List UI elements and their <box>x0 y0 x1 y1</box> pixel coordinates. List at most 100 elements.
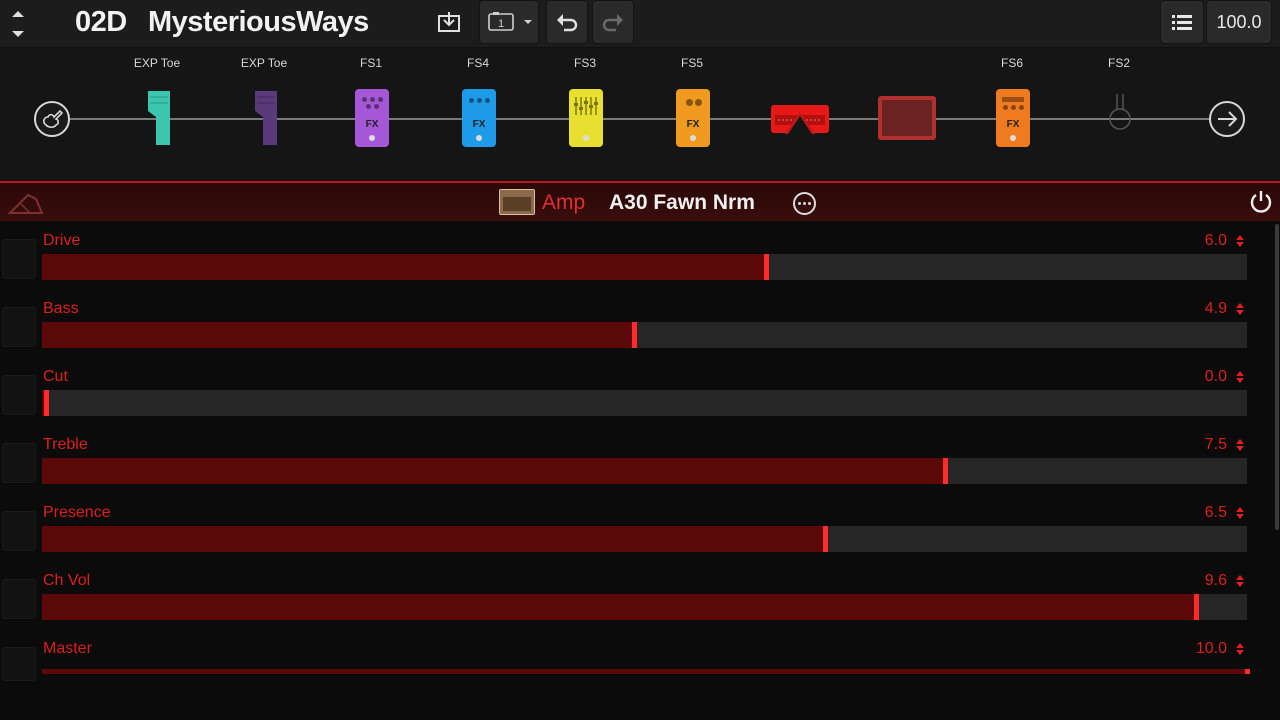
more-options-icon[interactable] <box>793 192 816 215</box>
slider-fill <box>42 254 767 280</box>
param-slider[interactable] <box>42 594 1247 620</box>
expression-pedal-icon <box>148 91 170 145</box>
stepper-arrows-icon[interactable] <box>1234 437 1246 453</box>
param-value[interactable]: 0.0 <box>1205 368 1227 386</box>
fx-label: FX <box>472 119 486 130</box>
param-value[interactable]: 6.0 <box>1205 232 1227 250</box>
stepper-arrows-icon[interactable] <box>1234 505 1246 521</box>
assign-label: FS4 <box>466 56 489 70</box>
model-category[interactable]: Amp <box>542 191 585 215</box>
stepper-arrows-icon[interactable] <box>1234 301 1246 317</box>
slider-fill <box>42 669 1247 674</box>
preset-number[interactable]: 02D <box>75 6 127 39</box>
param-value[interactable]: 10.0 <box>1196 640 1227 658</box>
param-value[interactable]: 4.9 <box>1205 300 1227 318</box>
stepper-arrows-icon[interactable] <box>1234 369 1246 385</box>
param-controller-box[interactable] <box>2 511 36 551</box>
param-controller-box[interactable] <box>2 375 36 415</box>
fx-block-fs6[interactable]: FX <box>996 89 1030 147</box>
param-slider[interactable] <box>42 254 1247 280</box>
wah-block[interactable] <box>146 89 172 152</box>
preset-up-down-button[interactable] <box>6 4 30 44</box>
assign-label: FS5 <box>680 56 703 70</box>
guitar-input-icon <box>34 101 70 137</box>
amp-thumbnail <box>499 189 535 215</box>
slider-handle[interactable] <box>823 526 829 552</box>
param-label: Master <box>43 640 92 657</box>
input-block[interactable] <box>33 100 71 143</box>
controller-assign-button[interactable] <box>6 189 46 217</box>
snapshot-dropdown[interactable]: 1 <box>479 0 539 44</box>
menu-button[interactable] <box>1160 0 1204 44</box>
param-label: Bass <box>43 300 79 317</box>
fx-label: FX <box>1006 119 1020 130</box>
param-ch-vol: Ch Vol 9.6 <box>0 561 1280 629</box>
signal-path-line <box>70 118 1210 120</box>
param-slider[interactable] <box>42 458 1247 484</box>
eq-sliders-icon <box>574 97 598 115</box>
param-controller-box[interactable] <box>2 579 36 619</box>
list-menu-icon <box>1172 15 1192 30</box>
slider-handle[interactable] <box>764 254 770 280</box>
slider-fill <box>42 322 634 348</box>
redo-icon <box>602 14 623 32</box>
param-presence: Presence 6.5 <box>0 493 1280 561</box>
assign-label: FS3 <box>573 56 596 70</box>
fx-block-fs1[interactable]: FX <box>355 89 389 147</box>
param-bass: Bass 4.9 <box>0 289 1280 357</box>
assign-label: FS2 <box>1107 56 1130 70</box>
preset-name[interactable]: MysteriousWays <box>148 6 369 39</box>
block-power-button[interactable] <box>1248 189 1274 215</box>
cabinet-icon <box>878 96 936 140</box>
param-controller-box[interactable] <box>2 239 36 279</box>
fx-block-fs4[interactable]: FX <box>462 89 496 147</box>
param-label: Ch Vol <box>43 572 91 589</box>
snapshot-icon: 1 <box>488 12 532 31</box>
power-icon <box>1250 191 1272 213</box>
slider-fill <box>42 594 1197 620</box>
output-arrow-icon <box>1209 101 1245 137</box>
slider-handle[interactable] <box>1194 594 1200 620</box>
param-slider[interactable] <box>42 322 1247 348</box>
empty-slot-icon <box>1109 94 1131 130</box>
param-controller-box[interactable] <box>2 647 36 681</box>
param-slider[interactable] <box>42 390 1247 416</box>
param-controller-box[interactable] <box>2 443 36 483</box>
output-block[interactable] <box>1208 100 1246 143</box>
stepper-arrows-icon[interactable] <box>1234 641 1246 657</box>
tempo-display[interactable]: 100.0 <box>1206 0 1272 44</box>
empty-block-fs2[interactable] <box>1106 92 1134 143</box>
fx-block-fs5[interactable]: FX <box>676 89 710 147</box>
save-icon <box>438 12 460 32</box>
slider-fill <box>42 458 945 484</box>
redo-button[interactable] <box>592 0 634 44</box>
param-label: Treble <box>43 436 88 453</box>
svg-text:1: 1 <box>498 18 504 30</box>
model-name[interactable]: A30 Fawn Nrm <box>609 191 755 215</box>
eq-block-fs3[interactable] <box>569 89 603 147</box>
slider-handle[interactable] <box>43 390 49 416</box>
save-button[interactable] <box>430 0 468 44</box>
scrollbar[interactable] <box>1275 224 1279 530</box>
cab-block[interactable] <box>877 95 937 146</box>
param-slider[interactable] <box>42 669 1250 674</box>
slider-handle[interactable] <box>942 458 948 484</box>
param-value[interactable]: 7.5 <box>1205 436 1227 454</box>
stepper-arrows-icon[interactable] <box>1234 573 1246 589</box>
param-drive: Drive 6.0 <box>0 221 1280 289</box>
undo-button[interactable] <box>546 0 588 44</box>
param-controller-box[interactable] <box>2 307 36 347</box>
param-value[interactable]: 9.6 <box>1205 572 1227 590</box>
up-down-arrows-icon <box>12 11 24 37</box>
assign-label: FS1 <box>359 56 382 70</box>
slider-handle[interactable] <box>1245 669 1250 674</box>
param-value[interactable]: 6.5 <box>1205 504 1227 522</box>
slider-handle[interactable] <box>631 322 637 348</box>
helix-edit-window: 02D MysteriousWays 1 100.0 EXP Toe EXP T… <box>0 0 1280 720</box>
fx-label: FX <box>365 119 379 130</box>
stepper-arrows-icon[interactable] <box>1234 233 1246 249</box>
param-master: Master 10.0 <box>0 629 1280 697</box>
volume-pedal-block[interactable] <box>253 89 279 152</box>
param-slider[interactable] <box>42 526 1247 552</box>
param-label: Cut <box>43 368 68 385</box>
